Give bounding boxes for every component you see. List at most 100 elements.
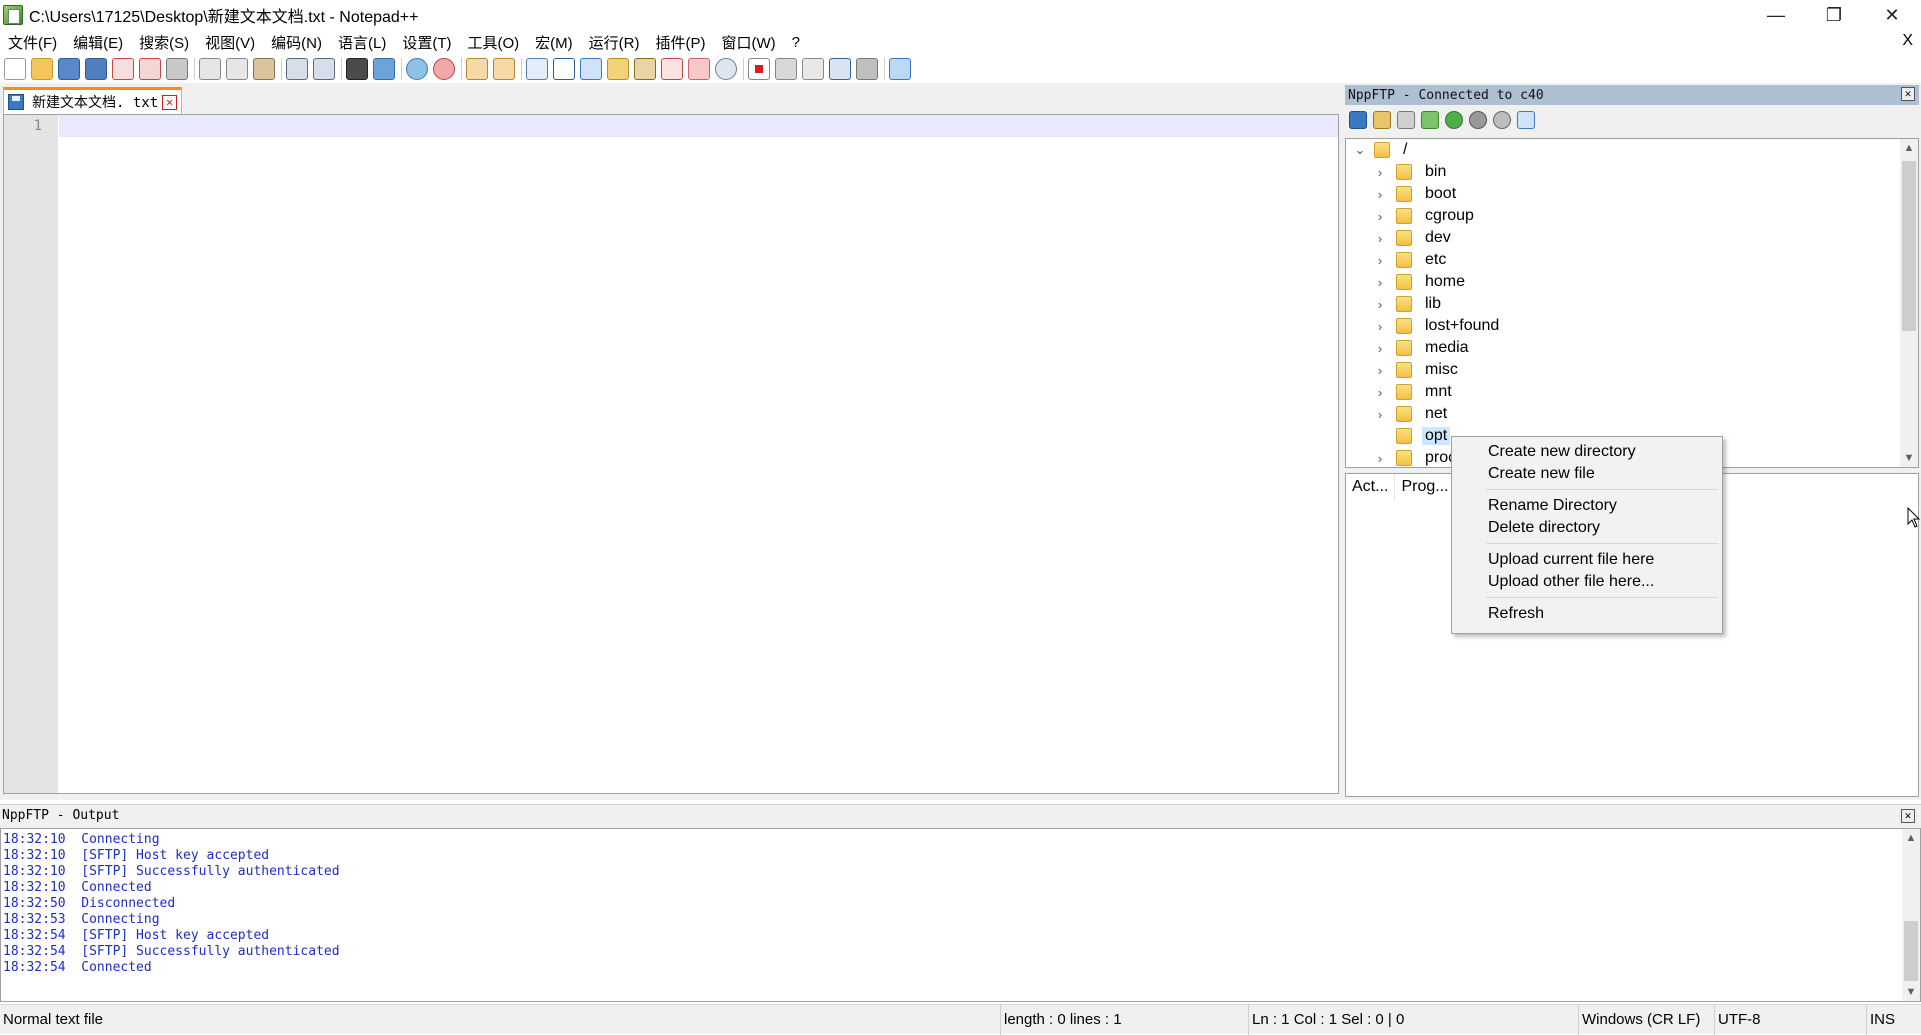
menu-run[interactable]: 运行(R)	[581, 32, 648, 53]
close-all-icon[interactable]	[139, 57, 161, 80]
tree-item-lib[interactable]: › lib	[1372, 293, 1444, 315]
paste-icon[interactable]	[253, 57, 275, 80]
scroll-down-icon[interactable]: ▼	[1900, 449, 1918, 467]
tree-item-mnt[interactable]: › mnt	[1372, 381, 1455, 403]
zoom-in-icon[interactable]	[406, 57, 428, 80]
chevron-right-icon[interactable]: ›	[1372, 385, 1388, 400]
chevron-right-icon[interactable]: ›	[1372, 319, 1388, 334]
save-all-icon[interactable]	[85, 57, 107, 80]
close-window-button[interactable]: ✕	[1863, 0, 1921, 30]
folder-workspace-icon[interactable]	[688, 57, 710, 80]
menu-language[interactable]: 语言(L)	[330, 32, 394, 53]
chevron-right-icon[interactable]: ›	[1372, 407, 1388, 422]
tree-item-dev[interactable]: › dev	[1372, 227, 1454, 249]
zoom-out-icon[interactable]	[433, 57, 455, 80]
chevron-right-icon[interactable]: ›	[1372, 297, 1388, 312]
tree-root[interactable]: ⌄ /	[1352, 139, 1410, 161]
restore-button[interactable]: ❐	[1805, 0, 1863, 30]
menu-settings[interactable]: 设置(T)	[394, 32, 459, 53]
word-wrap-icon[interactable]	[526, 57, 548, 80]
chevron-right-icon[interactable]: ›	[1372, 275, 1388, 290]
menu-tools[interactable]: 工具(O)	[459, 32, 527, 53]
menu-search[interactable]: 搜索(S)	[131, 32, 197, 53]
scroll-up-icon[interactable]: ▲	[1902, 829, 1920, 847]
menu-encoding[interactable]: 编码(N)	[263, 32, 330, 53]
save-macro-icon[interactable]	[856, 57, 878, 80]
tree-item-proc[interactable]: › proc	[1372, 447, 1459, 467]
tab-close-icon[interactable]: ✕	[162, 94, 178, 110]
remote-file-tree[interactable]: ⌄ / › bin › boot › cgroup › dev › etc › …	[1345, 138, 1919, 468]
redo-icon[interactable]	[313, 57, 335, 80]
chevron-right-icon[interactable]: ›	[1372, 451, 1388, 466]
copy-icon[interactable]	[226, 57, 248, 80]
menu-create-new-directory[interactable]: Create new directory	[1452, 441, 1722, 463]
close-icon[interactable]	[112, 57, 134, 80]
scroll-up-icon[interactable]: ▲	[1900, 139, 1918, 157]
connect-icon[interactable]	[1349, 111, 1367, 129]
undo-icon[interactable]	[286, 57, 308, 80]
menu-plugins[interactable]: 插件(P)	[647, 32, 713, 53]
new-file-icon[interactable]	[4, 57, 26, 80]
chevron-down-icon[interactable]: ⌄	[1352, 142, 1368, 158]
udl-icon[interactable]	[607, 57, 629, 80]
tree-item-boot[interactable]: › boot	[1372, 183, 1459, 205]
output-scrollbar[interactable]: ▲ ▼	[1902, 829, 1920, 1001]
message-window-icon[interactable]	[1517, 111, 1535, 129]
output-log[interactable]: 18:32:10 Connecting 18:32:10 [SFTP] Host…	[0, 828, 1921, 1002]
settings-icon[interactable]	[1493, 111, 1511, 129]
refresh-icon[interactable]	[1445, 111, 1463, 129]
doc-map-icon[interactable]	[634, 57, 656, 80]
open-file-icon[interactable]	[31, 57, 53, 80]
sync-vertical-icon[interactable]	[466, 57, 488, 80]
tree-item-opt[interactable]: opt	[1372, 425, 1451, 447]
status-encoding[interactable]: UTF-8	[1714, 1005, 1866, 1035]
close-output-icon[interactable]: ✕	[1901, 809, 1915, 823]
minimize-button[interactable]: —	[1747, 0, 1805, 30]
ftp-show-icon[interactable]	[889, 57, 911, 80]
print-icon[interactable]	[166, 57, 188, 80]
stop-record-icon[interactable]	[775, 57, 797, 80]
chevron-right-icon[interactable]: ›	[1372, 363, 1388, 378]
find-icon[interactable]	[346, 57, 368, 80]
status-insert-mode[interactable]: INS	[1866, 1005, 1921, 1035]
save-icon[interactable]	[58, 57, 80, 80]
tree-item-cgroup[interactable]: › cgroup	[1372, 205, 1477, 227]
status-eol[interactable]: Windows (CR LF)	[1578, 1005, 1714, 1035]
tree-item-media[interactable]: › media	[1372, 337, 1472, 359]
open-dir-icon[interactable]	[1373, 111, 1391, 129]
chevron-right-icon[interactable]: ›	[1372, 165, 1388, 180]
tab-new-text-document[interactable]: 新建文本文档. txt ✕	[3, 87, 183, 114]
tree-item-misc[interactable]: › misc	[1372, 359, 1461, 381]
tree-item-home[interactable]: › home	[1372, 271, 1468, 293]
upload-icon[interactable]	[1421, 111, 1439, 129]
chevron-right-icon[interactable]: ›	[1372, 341, 1388, 356]
tree-scrollbar[interactable]: ▲ ▼	[1900, 139, 1918, 467]
show-all-chars-icon[interactable]	[553, 57, 575, 80]
play-macro-icon[interactable]	[802, 57, 824, 80]
replace-icon[interactable]	[373, 57, 395, 80]
menu-create-new-file[interactable]: Create new file	[1452, 463, 1722, 485]
menu-help[interactable]: ?	[784, 34, 808, 51]
menu-window[interactable]: 窗口(W)	[713, 32, 783, 53]
record-macro-icon[interactable]	[748, 57, 770, 80]
scroll-thumb[interactable]	[1902, 161, 1916, 331]
scroll-thumb[interactable]	[1904, 921, 1918, 981]
menu-view[interactable]: 视图(V)	[197, 32, 263, 53]
close-panel-icon[interactable]: ✕	[1901, 87, 1915, 101]
chevron-right-icon[interactable]: ›	[1372, 209, 1388, 224]
function-list-icon[interactable]	[661, 57, 683, 80]
menu-upload-other-file[interactable]: Upload other file here...	[1452, 571, 1722, 593]
download-icon[interactable]	[1397, 111, 1415, 129]
queue-column-action[interactable]: Act...	[1346, 474, 1396, 500]
cut-icon[interactable]	[199, 57, 221, 80]
close-document-button[interactable]: X	[1902, 32, 1913, 50]
abort-icon[interactable]	[1469, 111, 1487, 129]
menu-macro[interactable]: 宏(M)	[527, 32, 581, 53]
chevron-right-icon[interactable]: ›	[1372, 253, 1388, 268]
chevron-right-icon[interactable]: ›	[1372, 187, 1388, 202]
indent-guide-icon[interactable]	[580, 57, 602, 80]
menu-rename-directory[interactable]: Rename Directory	[1452, 495, 1722, 517]
menu-delete-directory[interactable]: Delete directory	[1452, 517, 1722, 539]
sync-horizontal-icon[interactable]	[493, 57, 515, 80]
tree-item-lost-found[interactable]: › lost+found	[1372, 315, 1502, 337]
